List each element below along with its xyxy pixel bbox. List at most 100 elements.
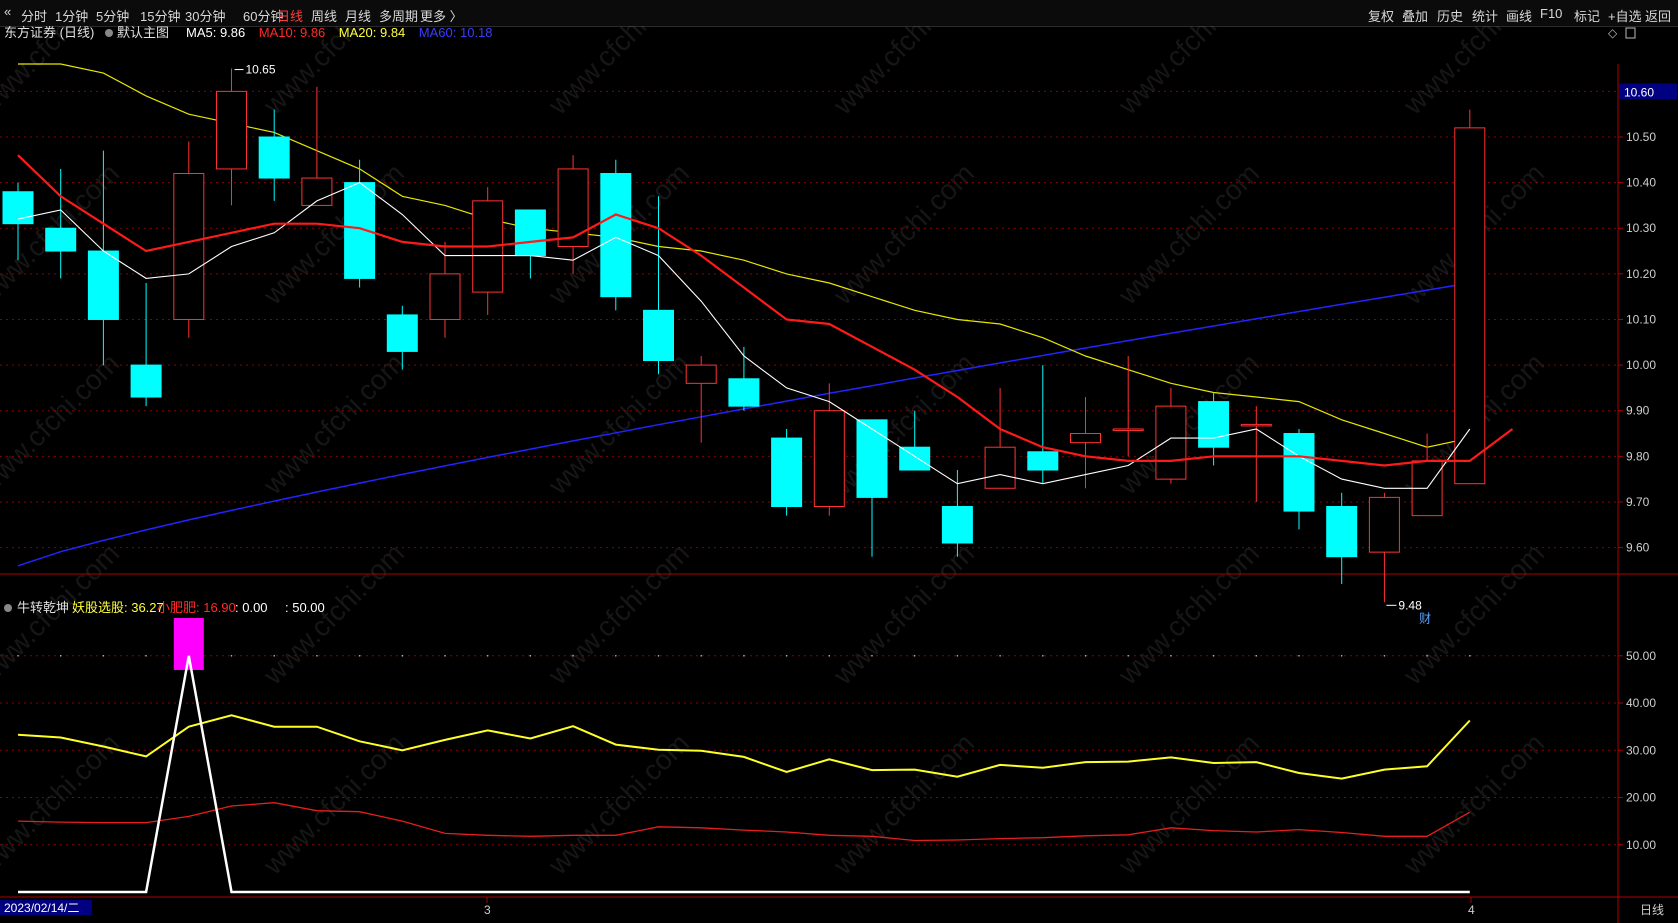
- candle-body[interactable]: [429, 273, 461, 320]
- price-tick-label: 9.90: [1626, 404, 1650, 418]
- price-tick-label: 9.80: [1626, 449, 1650, 463]
- candle-body[interactable]: [1155, 405, 1187, 480]
- toolbar-button-2[interactable]: 历史: [1437, 6, 1463, 25]
- candle-body[interactable]: [1283, 433, 1315, 512]
- level-dot: [956, 654, 959, 657]
- candle-body[interactable]: [856, 419, 888, 498]
- watermark: www.cfchi.com: [1397, 26, 1551, 121]
- candle-body[interactable]: [728, 378, 760, 407]
- level-dot: [273, 654, 276, 657]
- period-tab-8[interactable]: 月线: [345, 6, 371, 25]
- candle-body[interactable]: [984, 446, 1016, 489]
- ma-legend-0: MA5: 9.86: [186, 26, 245, 40]
- candle-body[interactable]: [1326, 506, 1358, 558]
- period-tab-10[interactable]: 更多 〉: [420, 6, 463, 25]
- collapse-icon[interactable]: «: [4, 4, 11, 19]
- candle-body[interactable]: [87, 250, 119, 320]
- period-tab-3[interactable]: 15分钟: [140, 6, 180, 25]
- candle-body[interactable]: [130, 364, 162, 398]
- watermark: www.cfchi.com: [827, 26, 981, 121]
- last-price-label: 10.60: [1624, 85, 1654, 99]
- level-dot: [486, 654, 489, 657]
- indicator-tick-label: 40.00: [1626, 696, 1656, 710]
- candle-body[interactable]: [173, 172, 205, 320]
- high-price-label: 10.65: [246, 63, 276, 77]
- level-dot: [444, 654, 446, 657]
- maximize-icon[interactable]: [1625, 27, 1636, 39]
- price-tick-label: 9.60: [1626, 541, 1650, 555]
- period-tab-6[interactable]: 日线: [277, 6, 303, 25]
- indicator-tick-label: 50.00: [1626, 649, 1656, 663]
- indicator-tick-label: 10.00: [1626, 838, 1656, 852]
- watermark: www.cfchi.com: [257, 157, 411, 311]
- level-dot: [145, 654, 147, 657]
- level-dot: [1469, 654, 1471, 657]
- watermark: www.cfchi.com: [827, 727, 981, 881]
- period-tab-2[interactable]: 5分钟: [96, 6, 129, 25]
- indicator-legend-0: 妖股选股: 36.27: [72, 600, 164, 615]
- candle-body[interactable]: [1112, 428, 1144, 431]
- level-dot: [1383, 654, 1386, 657]
- watermark: www.cfchi.com: [542, 537, 696, 691]
- candle-body[interactable]: [643, 309, 674, 362]
- candle-body[interactable]: [941, 506, 973, 544]
- candle-body[interactable]: [216, 90, 247, 170]
- level-dot: [785, 654, 788, 657]
- candle-body[interactable]: [514, 209, 546, 257]
- toolbar-button-3[interactable]: 统计: [1472, 6, 1498, 25]
- candle-body[interactable]: [771, 437, 803, 508]
- period-tab-9[interactable]: 多周期: [379, 6, 418, 25]
- candle-body[interactable]: [1454, 127, 1486, 485]
- indicator-dropdown-icon[interactable]: [4, 604, 12, 612]
- level-dot: [316, 654, 318, 657]
- toolbar-button-1[interactable]: 叠加: [1402, 6, 1428, 25]
- price-tick-label: 10.00: [1626, 358, 1656, 372]
- ma-legend-3: MA60: 10.18: [419, 26, 493, 40]
- price-tick-label: 10.30: [1626, 221, 1656, 235]
- toolbar-button-8[interactable]: 返回: [1645, 6, 1671, 25]
- toolbar-button-7[interactable]: +自选: [1608, 6, 1642, 25]
- period-tab-0[interactable]: 分时: [21, 6, 47, 25]
- watermark: www.cfchi.com: [1112, 157, 1266, 311]
- toolbar-button-6[interactable]: 标记: [1574, 6, 1600, 25]
- candle-body[interactable]: [1027, 451, 1059, 471]
- period-label: 日线: [1640, 903, 1664, 917]
- period-tab-4[interactable]: 30分钟: [185, 6, 225, 25]
- candle-body[interactable]: [1070, 433, 1101, 444]
- diamond-icon: ◇: [1608, 26, 1618, 40]
- candle-body[interactable]: [1368, 496, 1400, 553]
- watermark: www.cfchi.com: [1112, 537, 1266, 691]
- level-dot: [529, 654, 532, 657]
- level-dot: [1298, 654, 1300, 657]
- candle-body[interactable]: [813, 410, 845, 508]
- level-dot: [1084, 654, 1087, 657]
- price-tick-label: 10.10: [1626, 312, 1656, 326]
- level-dot: [401, 654, 404, 657]
- candle-body[interactable]: [258, 136, 290, 179]
- candle-body[interactable]: [386, 314, 418, 352]
- candle-body[interactable]: [45, 227, 77, 252]
- toolbar-button-0[interactable]: 复权: [1368, 6, 1394, 25]
- level-dot: [1426, 654, 1428, 657]
- candle-body[interactable]: [1198, 401, 1230, 448]
- watermark: www.cfchi.com: [1112, 26, 1266, 121]
- finance-marker: 财: [1419, 611, 1431, 625]
- level-dot: [230, 654, 233, 657]
- toolbar-button-5[interactable]: F10: [1540, 6, 1562, 21]
- candle-body[interactable]: [899, 446, 931, 471]
- candle-body[interactable]: [1240, 423, 1272, 427]
- level-dot: [1042, 654, 1044, 657]
- indicator-name: 牛转乾坤: [17, 600, 69, 615]
- level-dot: [1170, 654, 1172, 657]
- period-tab-7[interactable]: 周线: [311, 6, 337, 25]
- level-dot: [743, 654, 745, 657]
- level-dot: [358, 654, 361, 657]
- candle-body[interactable]: [600, 172, 632, 298]
- candle-body[interactable]: [685, 364, 717, 384]
- watermark: www.cfchi.com: [0, 347, 125, 501]
- period-tab-1[interactable]: 1分钟: [55, 6, 88, 25]
- ma-legend-1: MA10: 9.86: [259, 26, 326, 40]
- toolbar-button-4[interactable]: 画线: [1506, 6, 1532, 25]
- candle-body[interactable]: [557, 168, 589, 247]
- template-dropdown-icon[interactable]: [105, 29, 113, 37]
